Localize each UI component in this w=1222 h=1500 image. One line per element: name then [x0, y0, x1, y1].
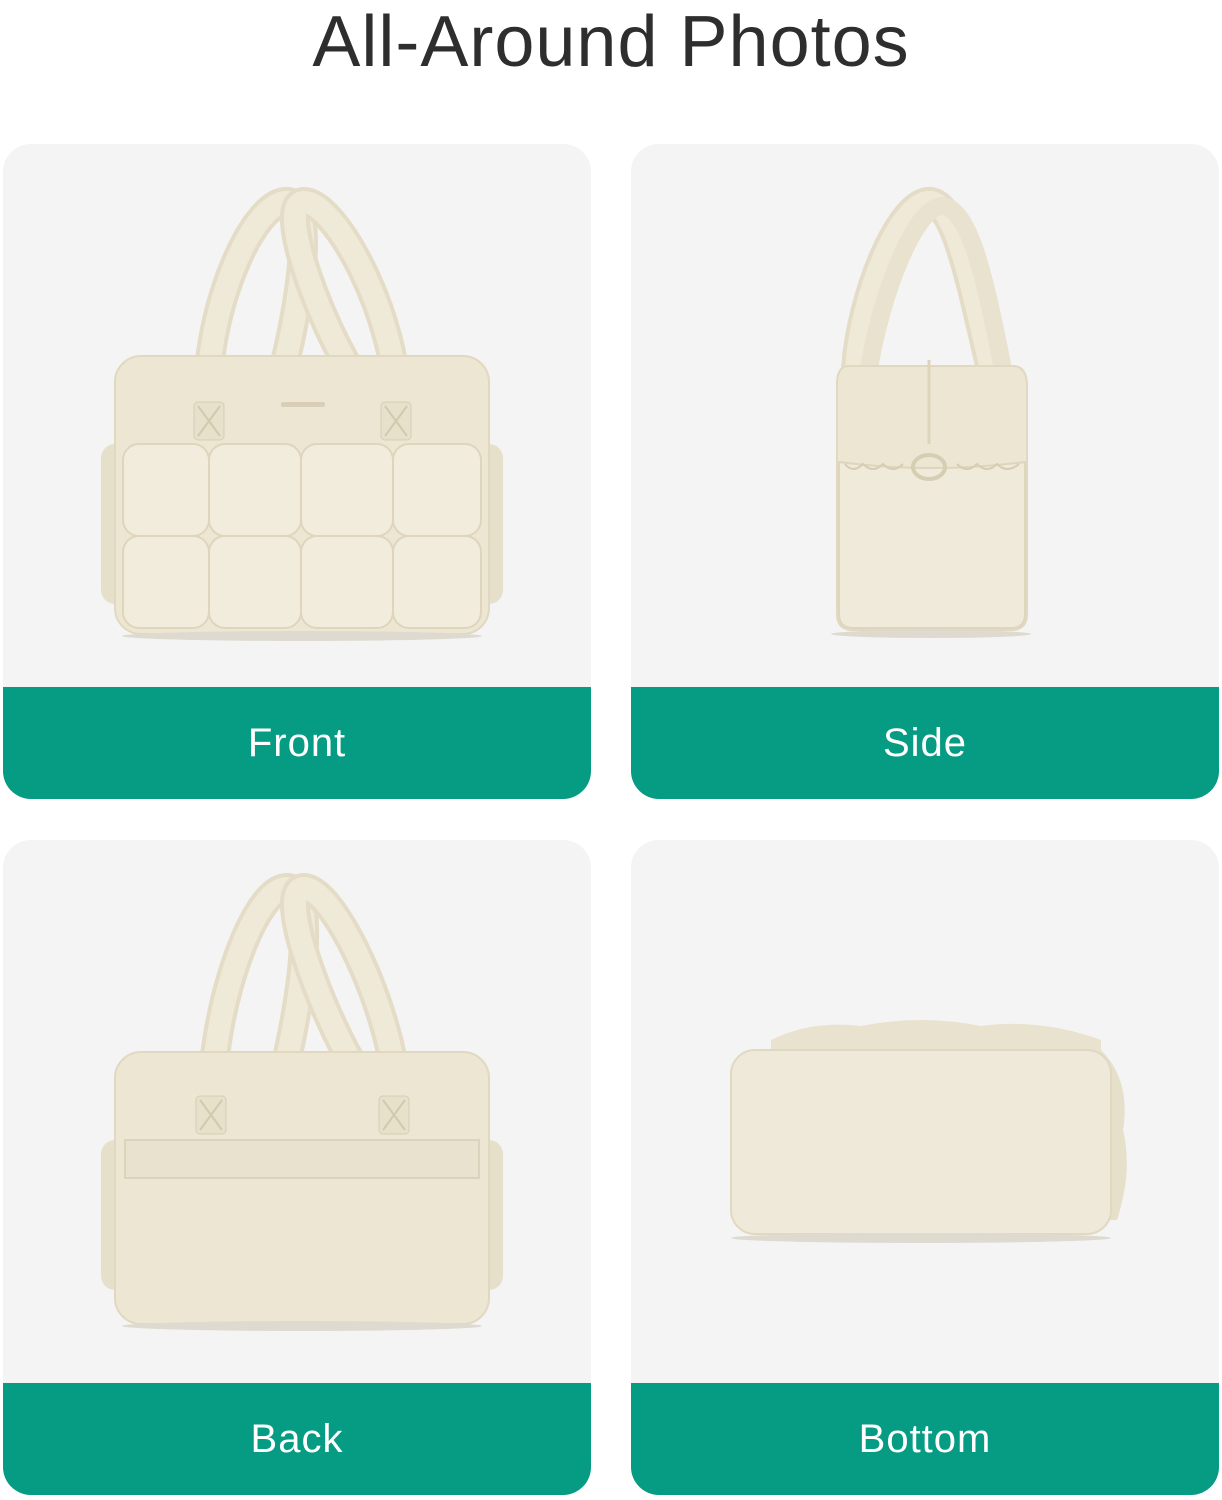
bag-back-image	[3, 840, 591, 1383]
bag-front-image	[3, 144, 591, 687]
view-card-side: Side	[631, 144, 1219, 799]
view-label-back: Back	[3, 1383, 591, 1495]
view-card-back: Back	[3, 840, 591, 1495]
view-card-bottom: Bottom	[631, 840, 1219, 1495]
bag-bottom-image	[631, 840, 1219, 1383]
page-title: All-Around Photos	[312, 2, 910, 82]
view-label-side: Side	[631, 687, 1219, 799]
bag-side-image	[631, 144, 1219, 687]
view-label-front: Front	[3, 687, 591, 799]
view-label-bottom: Bottom	[631, 1383, 1219, 1495]
view-card-front: Front	[3, 144, 591, 799]
